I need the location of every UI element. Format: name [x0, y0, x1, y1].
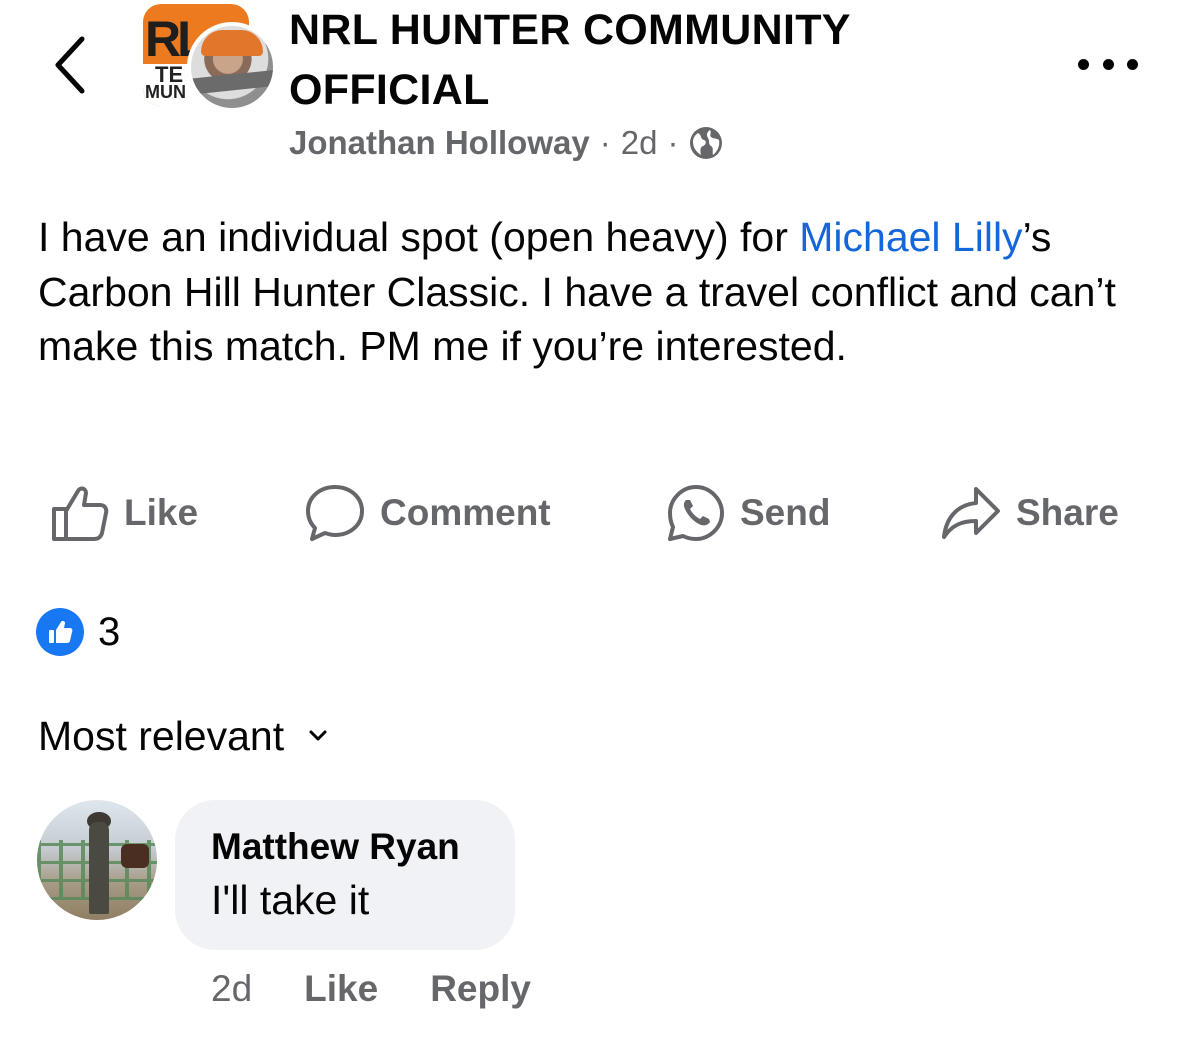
- send-button[interactable]: Send: [666, 480, 830, 546]
- mention-link[interactable]: Michael Lilly: [799, 214, 1022, 260]
- whatsapp-icon: [668, 485, 724, 541]
- like-label: Like: [124, 492, 199, 533]
- back-button[interactable]: [40, 30, 100, 100]
- globe-icon: [688, 125, 724, 161]
- like-button[interactable]: Like: [50, 480, 198, 546]
- meta-separator: ·: [599, 124, 611, 161]
- comment-text: I'll take it: [211, 877, 370, 923]
- comment-button[interactable]: Comment: [304, 480, 551, 546]
- chevron-left-icon: [55, 36, 85, 94]
- post-text: I have an individual spot (open heavy) f…: [38, 210, 1148, 374]
- more-dot: [1102, 58, 1114, 70]
- more-horizontal-icon: [1078, 58, 1089, 70]
- thumbs-up-icon: [52, 486, 109, 541]
- send-label: Send: [740, 492, 831, 533]
- reactions-summary[interactable]: 3: [36, 606, 120, 658]
- comment-reply-button[interactable]: Reply: [430, 968, 531, 1010]
- post-page: RL TE MUN NRL HUNTER COMMUNITY OFFICIAL …: [0, 0, 1179, 1058]
- share-icon: [942, 487, 1000, 539]
- reaction-count: 3: [98, 609, 121, 654]
- group-avatar[interactable]: RL TE MUN: [143, 4, 277, 112]
- share-button[interactable]: Share: [940, 480, 1119, 546]
- group-logo-mun: MUN: [145, 82, 186, 102]
- author-avatar[interactable]: [187, 22, 277, 112]
- more-options-button[interactable]: [1078, 50, 1138, 78]
- comment-bubble: Matthew Ryan I'll take it: [175, 800, 515, 950]
- comment-actions: 2d Like Reply: [211, 962, 531, 1016]
- comment-time[interactable]: 2d: [211, 968, 252, 1010]
- sort-label: Most relevant: [38, 712, 285, 759]
- commenter-avatar[interactable]: [37, 800, 157, 920]
- post-meta: Jonathan Holloway · 2d ·: [289, 120, 724, 166]
- post-time[interactable]: 2d: [621, 124, 658, 162]
- share-label: Share: [1016, 492, 1119, 533]
- comments-sort-dropdown[interactable]: Most relevant: [38, 708, 328, 764]
- comment-label: Comment: [380, 492, 551, 533]
- comment-like-button[interactable]: Like: [304, 968, 378, 1010]
- meta-separator-2: ·: [667, 124, 679, 161]
- comment-author[interactable]: Matthew Ryan: [211, 822, 479, 872]
- author-name[interactable]: Jonathan Holloway: [289, 124, 590, 162]
- group-name[interactable]: NRL HUNTER COMMUNITY OFFICIAL: [289, 0, 929, 120]
- post-text-start: I have an individual spot (open heavy) f…: [38, 214, 800, 260]
- more-dot: [1127, 58, 1138, 70]
- chevron-down-icon: [309, 730, 327, 741]
- comment-icon: [306, 485, 364, 541]
- like-reaction-icon: [36, 608, 84, 656]
